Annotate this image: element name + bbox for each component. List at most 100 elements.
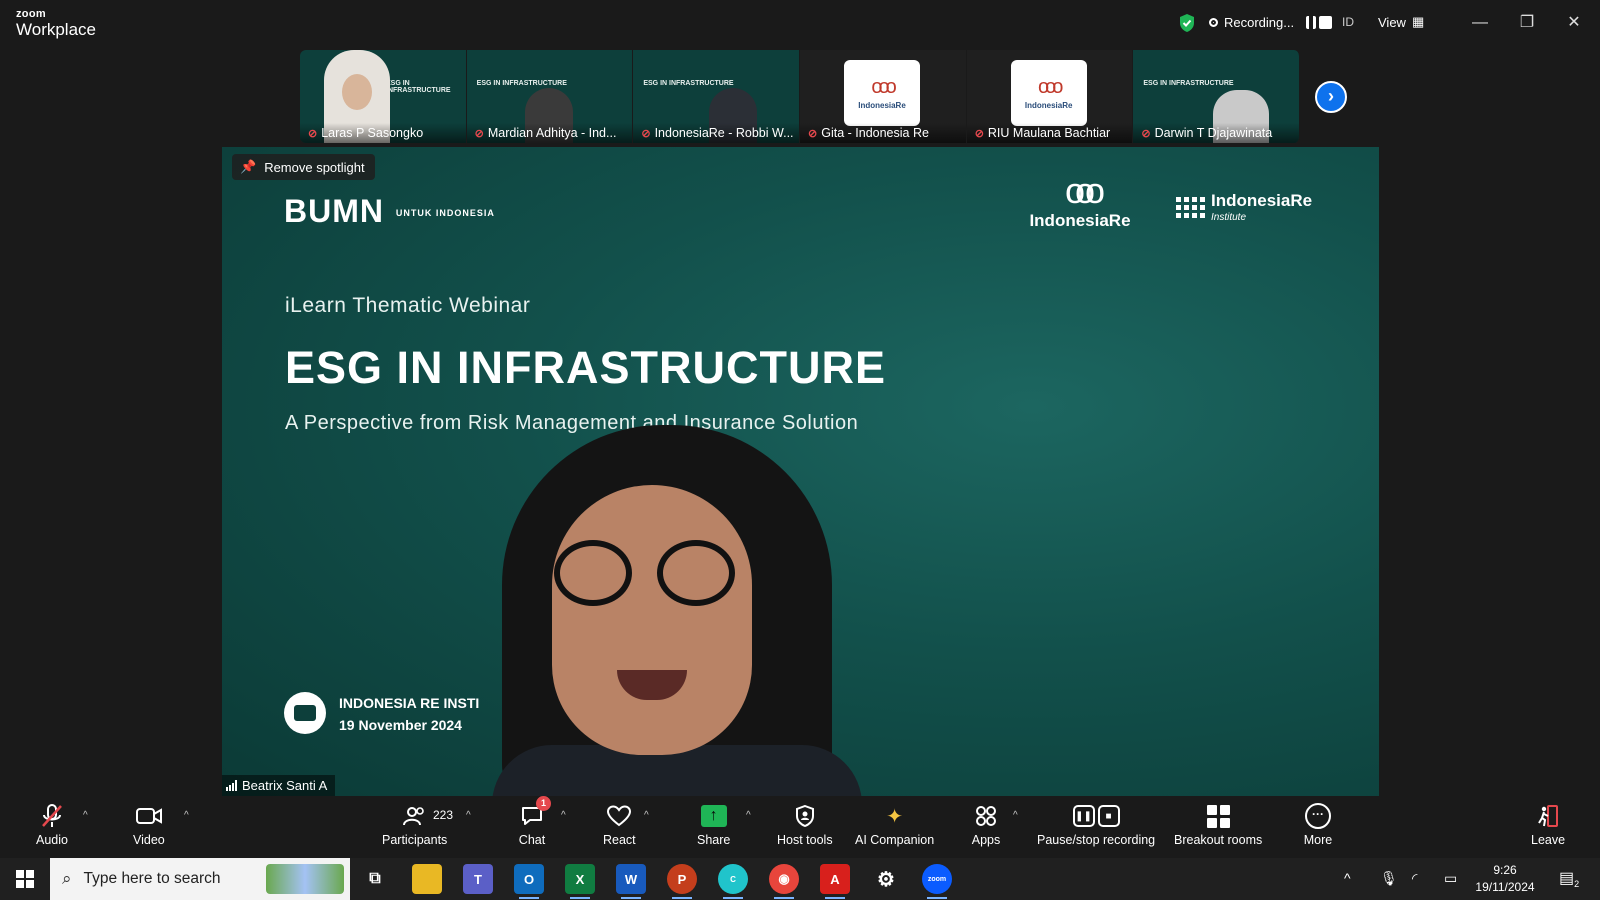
wifi-icon[interactable]: ◜ xyxy=(1412,870,1417,887)
avatar-name: IndonesiaRe xyxy=(858,101,906,110)
more-ellipsis-icon: ··· xyxy=(1305,803,1331,829)
avatar-name: IndonesiaRe xyxy=(1024,101,1073,110)
chat-bubble-icon: 1 xyxy=(517,796,551,830)
breakout-rooms-button[interactable]: Breakout rooms xyxy=(1174,802,1262,847)
participant-tile[interactable]: ESG IN INFRASTRUCTURE ⊘ Mardian Adhitya … xyxy=(466,50,634,143)
signal-strength-icon xyxy=(226,780,237,791)
muted-microphone-icon xyxy=(37,802,67,830)
pause-icon: ❚❚ xyxy=(1072,805,1095,827)
apps-options-chevron-icon[interactable]: ^ xyxy=(1013,810,1018,821)
view-button[interactable]: View ▦ xyxy=(1378,14,1424,30)
logo-product: Workplace xyxy=(16,20,96,39)
clock-time: 9:26 xyxy=(1493,863,1517,877)
participant-tile[interactable]: ESG IN INFRASTRUCTURE ⊘ Darwin T Djajawi… xyxy=(1133,50,1301,143)
participant-tile[interactable]: ESG IN INFRASTRUCTURE ⊘ IndonesiaRe - Ro… xyxy=(633,50,801,143)
video-button[interactable]: Video xyxy=(133,802,165,847)
display-tray-icon[interactable]: ▭ xyxy=(1444,870,1457,887)
slide-mini-title: ESG IN INFRASTRUCTURE xyxy=(476,80,567,87)
share-options-chevron-icon[interactable]: ^ xyxy=(746,810,751,821)
participant-tile[interactable]: ooo IndonesiaRe ⊘ Gita - Indonesia Re xyxy=(800,50,967,143)
participant-name: Darwin T Djajawinata xyxy=(1154,126,1273,140)
participants-options-chevron-icon[interactable]: ^ xyxy=(466,810,471,821)
react-label: React xyxy=(603,833,636,847)
ai-companion-button[interactable]: ✦ AI Companion xyxy=(855,802,934,848)
teams-icon[interactable]: T xyxy=(463,864,493,894)
pause-stop-recording-label: Pause/stop recording xyxy=(1037,833,1156,847)
powerpoint-icon[interactable]: P xyxy=(667,864,697,899)
outlook-icon[interactable]: O xyxy=(514,864,544,899)
participant-avatar: ooo IndonesiaRe xyxy=(1010,60,1087,126)
apps-label: Apps xyxy=(971,833,1001,847)
participant-tile[interactable]: ooo IndonesiaRe ⊘ RIU Maulana Bachtiar xyxy=(966,50,1134,143)
minimize-icon[interactable]: — xyxy=(1467,10,1493,36)
institute-dots-icon xyxy=(1176,197,1205,218)
remove-spotlight-button[interactable]: 📌 Remove spotlight xyxy=(232,154,375,180)
taskbar-search[interactable]: ⌕ Type here to search xyxy=(50,858,350,900)
chrome-icon[interactable]: ◉ xyxy=(769,864,799,899)
speaker-video xyxy=(482,425,862,796)
notification-center-icon[interactable]: ▤2 xyxy=(1559,868,1579,889)
recording-dot-icon xyxy=(1209,18,1218,27)
spotlight-video: 📌 Remove spotlight BUMN UNTUK INDONESIA … xyxy=(222,147,1379,796)
view-label: View xyxy=(1378,14,1406,30)
bumn-logo-text: BUMN xyxy=(284,193,384,229)
encryption-shield-icon[interactable] xyxy=(1178,13,1196,33)
muted-mic-icon: ⊘ xyxy=(641,127,651,140)
muted-mic-icon: ⊘ xyxy=(808,127,818,140)
host-tools-label: Host tools xyxy=(777,833,833,847)
muted-mic-icon: ⊘ xyxy=(474,127,484,140)
event-organizer: INDONESIA RE INSTI xyxy=(339,695,480,711)
remove-spotlight-label: Remove spotlight xyxy=(264,159,365,175)
canva-icon[interactable]: C xyxy=(718,864,748,899)
breakout-rooms-label: Breakout rooms xyxy=(1174,833,1263,847)
file-explorer-icon[interactable] xyxy=(412,864,442,894)
indonesia-re-logo-text: IndonesiaRe xyxy=(1029,211,1131,230)
stop-recording-icon[interactable] xyxy=(1319,16,1333,29)
settings-gear-icon[interactable]: ⚙ xyxy=(871,864,901,894)
apps-button[interactable]: Apps xyxy=(971,802,1001,847)
recording-label: Recording... xyxy=(1224,15,1295,30)
recording-indicator: Recording... xyxy=(1209,15,1333,30)
windows-start-icon[interactable] xyxy=(16,870,34,888)
more-button[interactable]: ··· More xyxy=(1303,802,1333,847)
chat-options-chevron-icon[interactable]: ^ xyxy=(561,810,566,821)
pause-stop-recording-button[interactable]: ❚❚ ■ Pause/stop recording xyxy=(1037,802,1155,847)
close-icon[interactable]: ✕ xyxy=(1561,10,1587,36)
more-label: More xyxy=(1303,833,1333,847)
participant-name-tag: ⊘ IndonesiaRe - Robbi W... xyxy=(633,123,800,143)
participant-avatar: ooo IndonesiaRe xyxy=(844,60,921,126)
logo-brand: zoom xyxy=(16,8,46,20)
meeting-toolbar: Audio ^ Video ^ Participants 223 ^ 1 Cha… xyxy=(0,796,1600,858)
next-page-chevron-icon[interactable]: › xyxy=(1315,81,1347,113)
task-view-icon[interactable]: ⧉ xyxy=(360,864,390,894)
muted-mic-icon: ⊘ xyxy=(308,127,318,140)
breakout-rooms-icon xyxy=(1206,804,1230,828)
tray-overflow-chevron-icon[interactable]: ^ xyxy=(1344,870,1351,886)
taskbar-clock[interactable]: 9:26 19/11/2024 xyxy=(1468,862,1542,896)
audio-button[interactable]: Audio xyxy=(36,802,68,847)
excel-icon[interactable]: X xyxy=(565,864,595,899)
meeting-id-button[interactable]: ID xyxy=(1342,15,1354,29)
share-button[interactable]: ↑ Share xyxy=(697,802,730,847)
share-label: Share xyxy=(697,833,731,847)
zoom-taskbar-icon[interactable]: zoom xyxy=(922,864,952,899)
audio-options-chevron-icon[interactable]: ^ xyxy=(83,810,88,821)
leave-button[interactable]: Leave xyxy=(1531,802,1565,847)
chat-button[interactable]: 1 Chat xyxy=(517,796,551,847)
heart-icon xyxy=(604,802,634,830)
pause-recording-icon[interactable] xyxy=(1306,16,1317,29)
participant-tile[interactable]: ESG IN INFRASTRUCTURE ⊘ Laras P Sasongko xyxy=(300,50,467,143)
search-highlight-image xyxy=(266,864,344,894)
restore-icon[interactable]: ❐ xyxy=(1514,10,1540,36)
participant-name-tag: ⊘ RIU Maulana Bachtiar xyxy=(966,123,1133,143)
word-icon[interactable]: W xyxy=(616,864,646,899)
microphone-tray-icon[interactable]: 🎙 xyxy=(1380,870,1398,887)
clock-date: 19/11/2024 xyxy=(1475,880,1535,894)
video-options-chevron-icon[interactable]: ^ xyxy=(184,810,189,821)
host-tools-button[interactable]: Host tools xyxy=(777,802,833,847)
speaker-name: Beatrix Santi A xyxy=(242,778,328,793)
react-options-chevron-icon[interactable]: ^ xyxy=(644,810,649,821)
acrobat-icon[interactable]: A xyxy=(820,864,850,899)
slide-mini-title: ESG IN INFRASTRUCTURE xyxy=(386,80,451,94)
react-button[interactable]: React xyxy=(603,802,636,847)
